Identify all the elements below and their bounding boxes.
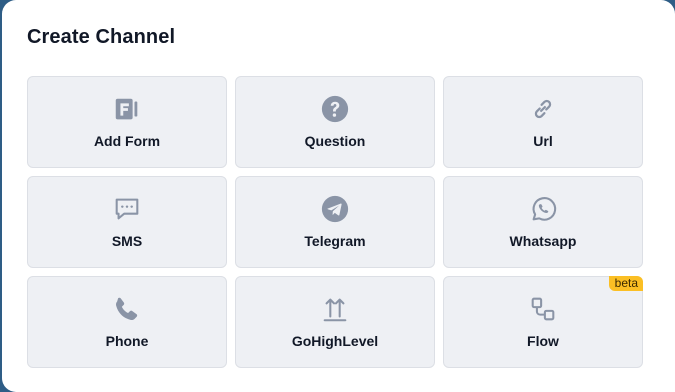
channel-label: GoHighLevel bbox=[291, 333, 379, 349]
channel-label: SMS bbox=[111, 233, 143, 249]
channel-card-sms[interactable]: SMS bbox=[27, 176, 227, 268]
channel-label: Telegram bbox=[304, 233, 366, 249]
channel-label: Flow bbox=[527, 333, 559, 349]
create-channel-dialog: Create Channel Add Form Question Url SMS… bbox=[2, 0, 675, 392]
channel-label: Whatsapp bbox=[509, 233, 577, 249]
channel-label: Add Form bbox=[93, 133, 161, 149]
channel-card-flow[interactable]: beta Flow bbox=[443, 276, 643, 368]
chat-dots-icon bbox=[111, 193, 143, 225]
channel-label: Url bbox=[533, 133, 553, 149]
channel-card-phone[interactable]: Phone bbox=[27, 276, 227, 368]
channel-label: Question bbox=[304, 133, 366, 149]
channel-card-question[interactable]: Question bbox=[235, 76, 435, 168]
phone-icon bbox=[111, 293, 143, 325]
channel-card-whatsapp[interactable]: Whatsapp bbox=[443, 176, 643, 268]
dialog-title: Create Channel bbox=[27, 26, 176, 48]
telegram-icon bbox=[319, 193, 351, 225]
channel-card-telegram[interactable]: Telegram bbox=[235, 176, 435, 268]
whatsapp-icon bbox=[527, 193, 559, 225]
question-icon bbox=[319, 93, 351, 125]
channel-label: Phone bbox=[105, 333, 149, 349]
gohighlevel-icon bbox=[319, 293, 351, 325]
channel-card-gohighlevel[interactable]: GoHighLevel bbox=[235, 276, 435, 368]
beta-badge: beta bbox=[608, 276, 643, 291]
flow-icon bbox=[527, 293, 559, 325]
channel-card-url[interactable]: Url bbox=[443, 76, 643, 168]
channel-card-add-form[interactable]: Add Form bbox=[27, 76, 227, 168]
form-icon bbox=[111, 93, 143, 125]
channel-grid: Add Form Question Url SMS Telegram Whats… bbox=[27, 76, 643, 368]
link-icon bbox=[527, 93, 559, 125]
